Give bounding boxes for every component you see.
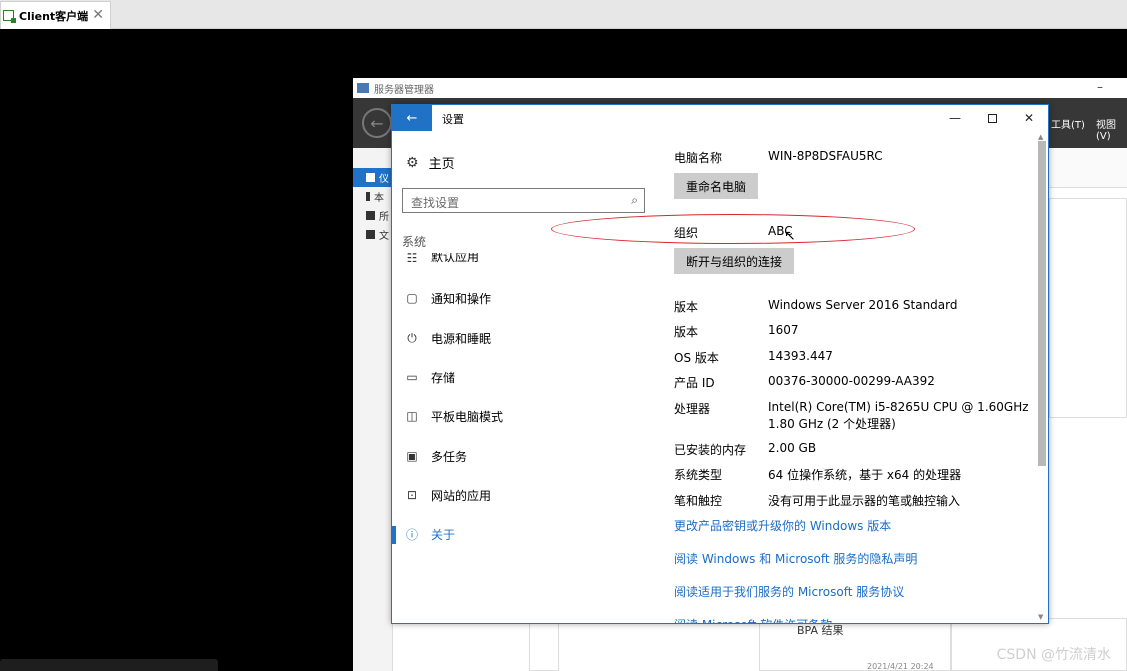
power-icon: ⏻ <box>407 330 417 345</box>
about-panel: 电脑名称 WIN-8P8DSFAU5RC 重命名电脑 组织 ABC 断开与组织的… <box>674 131 1034 623</box>
settings-window: ← 设置 — ✕ ⚙ 主页 查找设置 ⌕ 系统 ☷ 默认应用 ▢ 通知和操作 ⏻… <box>391 104 1049 624</box>
maximize-button[interactable] <box>982 108 1002 128</box>
info-icon: ⓘ <box>405 527 418 542</box>
nav-file-services[interactable]: 文 <box>353 225 392 244</box>
close-icon[interactable]: ✕ <box>92 7 104 23</box>
server-manager-nav: 仪 本 所 文 <box>353 148 393 671</box>
scroll-down-arrow-icon[interactable]: ▼ <box>1038 613 1043 621</box>
minimize-button[interactable]: – <box>1097 80 1103 94</box>
timestamp: 2021/4/21 20:24 <box>867 662 934 671</box>
watermark: CSDN @竹流清水 <box>996 647 1111 663</box>
settings-title: 设置 <box>442 113 464 126</box>
sidebar-item-storage[interactable]: ▭ 存储 <box>392 362 654 392</box>
link-license-terms[interactable]: 阅读 Microsoft 软件许可条款 <box>674 616 832 623</box>
server-manager-icon <box>357 83 369 93</box>
menu-view[interactable]: 视图(V) <box>1096 116 1127 142</box>
annotation-ellipse <box>551 214 915 244</box>
nav-all-servers[interactable]: 所 <box>353 206 392 225</box>
settings-sidebar: ⚙ 主页 查找设置 ⌕ 系统 ☷ 默认应用 ▢ 通知和操作 ⏻ 电源和睡眠 ▭ … <box>392 131 654 623</box>
file-icon <box>366 230 375 239</box>
section-label-system: 系统 <box>402 235 427 249</box>
maximize-icon <box>987 113 997 123</box>
minimize-button[interactable]: — <box>945 108 965 128</box>
pc-name-value: WIN-8P8DSFAU5RC <box>768 149 883 163</box>
sidebar-item-multitasking[interactable]: ▣ 多任务 <box>392 441 654 471</box>
host-tab-label: Client客户端 <box>19 9 89 23</box>
scrollbar-thumb[interactable] <box>1038 141 1046 466</box>
tablet-icon: ◫ <box>406 409 418 423</box>
notification-icon: ▢ <box>406 291 418 305</box>
default-apps-icon: ☷ <box>406 253 418 265</box>
home-link[interactable]: ⚙ 主页 <box>406 153 455 173</box>
gear-icon: ⚙ <box>406 154 419 171</box>
storage-icon: ▭ <box>406 370 418 384</box>
nav-dashboard[interactable]: 仪 <box>353 168 392 187</box>
web-apps-icon: ⊡ <box>406 488 418 502</box>
multitask-icon: ▣ <box>406 449 418 463</box>
rename-pc-button[interactable]: 重命名电脑 <box>674 173 759 199</box>
search-input[interactable]: 查找设置 ⌕ <box>402 188 645 213</box>
settings-titlebar: ← 设置 — ✕ <box>392 105 1048 131</box>
home-label: 主页 <box>428 157 455 172</box>
back-arrow-icon[interactable]: ← <box>362 108 392 138</box>
search-icon[interactable]: ⌕ <box>631 193 638 208</box>
link-change-product-key[interactable]: 更改产品密钥或升级你的 Windows 版本 <box>674 517 891 534</box>
taskbar-stub <box>0 659 218 671</box>
link-privacy-statement[interactable]: 阅读 Windows 和 Microsoft 服务的隐私声明 <box>674 550 917 567</box>
server-manager-title: 服务器管理器 <box>374 84 434 96</box>
servers-icon <box>366 211 375 220</box>
back-button[interactable]: ← <box>392 105 432 131</box>
side-panel <box>1049 198 1127 418</box>
tile-panel-1 <box>529 618 559 671</box>
scroll-up-arrow-icon[interactable]: ▲ <box>1038 133 1043 141</box>
vm-icon <box>3 10 16 23</box>
pc-name-key: 电脑名称 <box>674 151 723 165</box>
link-services-agreement[interactable]: 阅读适用于我们服务的 Microsoft 服务协议 <box>674 583 904 600</box>
server-manager-titlebar: 服务器管理器 – <box>353 78 1127 98</box>
sidebar-item-power[interactable]: ⏻ 电源和睡眠 <box>392 323 654 353</box>
host-tab-client[interactable]: Client客户端 ✕ <box>0 1 111 29</box>
nav-local-server[interactable]: 本 <box>353 187 392 206</box>
server-icon <box>366 192 370 201</box>
sidebar-item-about[interactable]: ⓘ 关于 <box>392 519 654 549</box>
sidebar-item-web-apps[interactable]: ⊡ 网站的应用 <box>392 480 654 510</box>
host-tab-bar: Client客户端 ✕ <box>0 0 1127 29</box>
bpa-label: BPA 结果 <box>797 624 844 637</box>
sidebar-item-tablet-mode[interactable]: ◫ 平板电脑模式 <box>392 401 654 431</box>
disconnect-organization-button[interactable]: 断开与组织的连接 <box>674 248 795 274</box>
sidebar-item-notifications[interactable]: ▢ 通知和操作 <box>392 283 654 313</box>
mouse-cursor-icon: ↖ <box>784 228 796 244</box>
grid-icon <box>366 173 375 182</box>
menu-tools[interactable]: 工具(T) <box>1051 116 1085 131</box>
close-button[interactable]: ✕ <box>1019 108 1039 128</box>
search-placeholder: 查找设置 <box>411 196 460 210</box>
sidebar-item-default-apps[interactable]: ☷ 默认应用 <box>392 253 654 265</box>
